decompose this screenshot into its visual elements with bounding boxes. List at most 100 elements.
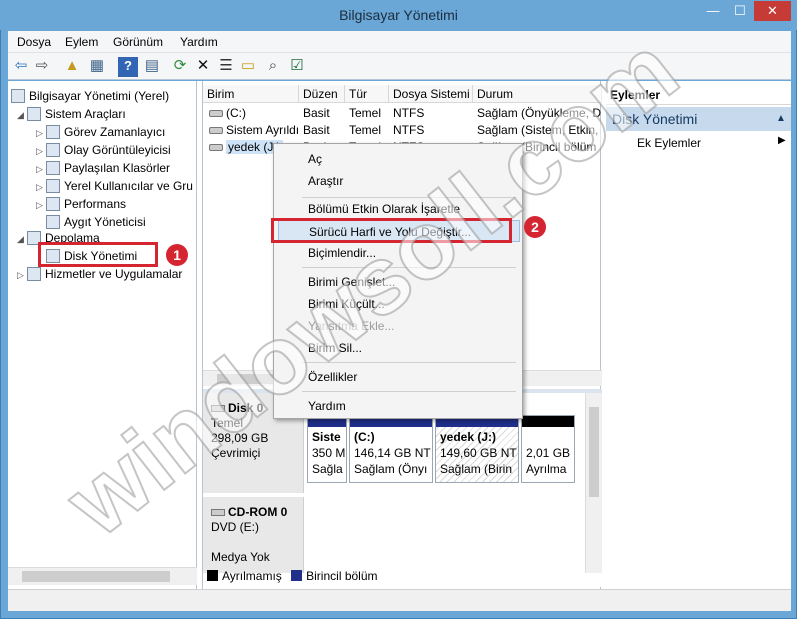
partition-type-bar (522, 416, 574, 427)
column-dosya-sistemi[interactable]: Dosya Sistemi (389, 85, 473, 103)
actions-section-label: Disk Yönetimi (612, 111, 698, 127)
users-icon (46, 179, 60, 193)
legend-swatch-unallocated (207, 570, 218, 581)
disk-name: CD-ROM 0 (228, 505, 288, 519)
partition-size: 149,60 GB NT (440, 446, 517, 460)
partition-unallocated[interactable]: 2,01 GB Ayrılma (521, 415, 575, 483)
menu-item-birim-sil[interactable]: Birim Sil... (278, 337, 520, 359)
help-icon[interactable]: ? (118, 57, 138, 77)
graph-vertical-scrollbar[interactable] (585, 393, 602, 573)
tree-item-yerel-kullanicilar[interactable]: ▷ Yerel Kullanıcılar ve Gru (36, 177, 193, 195)
partition-title (526, 429, 570, 445)
cell-durum: Sağlam (Önyükleme, D (477, 106, 602, 120)
step-marker-1: 1 (166, 244, 188, 266)
tree-item-sistem-araclari[interactable]: ◢ Sistem Araçları (17, 105, 126, 123)
scrollbar-thumb[interactable] (589, 407, 599, 497)
disk-size (211, 535, 295, 550)
column-tur[interactable]: Tür (345, 85, 389, 103)
delete-icon[interactable]: ✕ (193, 57, 213, 77)
search-icon[interactable]: ⌕ (263, 57, 283, 77)
close-button[interactable]: ✕ (754, 1, 791, 21)
open-icon[interactable]: ▭ (238, 57, 258, 77)
table-row[interactable]: Sistem Ayrıldı Basit Temel NTFS Sağlam (… (203, 122, 602, 139)
tree-item-label: Performans (64, 197, 127, 211)
drive-icon (209, 144, 223, 151)
collapse-arrow-icon[interactable]: ▲ (776, 107, 786, 131)
console-icon[interactable]: ▤ (142, 57, 162, 77)
tree-item-paylasilan-klasorler[interactable]: ▷ Paylaşılan Klasörler (36, 159, 193, 177)
column-birim[interactable]: Birim (203, 85, 299, 103)
highlight-box-disk-yonetimi (38, 242, 158, 267)
cell-tur: Temel (349, 106, 382, 120)
menu-eylem[interactable]: Eylem (65, 35, 98, 49)
expand-icon[interactable]: ▷ (36, 196, 46, 214)
forward-icon[interactable]: ⇨ (32, 57, 52, 77)
disk-graph-view: Disk 0 Temel 298,09 GB Çevrimiçi Siste 3… (203, 393, 602, 587)
highlight-box-surucu-harfi (271, 218, 512, 243)
properties-icon[interactable]: ☰ (216, 57, 236, 77)
maximize-button[interactable]: ☐ (727, 1, 753, 21)
menu-item-ozellikler[interactable]: Özellikler (278, 366, 520, 388)
tree-item-olay-goruntuleyicisi[interactable]: ▷ Olay Görüntüleyicisi (36, 141, 193, 159)
column-durum[interactable]: Durum (473, 85, 602, 103)
back-icon[interactable]: ⇦ (11, 57, 31, 77)
menu-dosya[interactable]: Dosya (17, 35, 51, 49)
menu-separator (302, 267, 516, 268)
tools-icon (27, 107, 41, 121)
disk-name: Disk 0 (228, 401, 264, 415)
partition-c[interactable]: (C:) 146,14 GB NT Sağlam (Önyı (349, 415, 433, 483)
menu-item-birimi-genislet[interactable]: Birimi Genişlet... (278, 271, 520, 293)
collapse-icon[interactable]: ◢ (17, 230, 27, 248)
actions-pane: Eylemler Disk Yönetimi ▲ Ek Eylemler ▶ (606, 81, 791, 589)
refresh-icon[interactable]: ⟳ (170, 57, 190, 77)
menu-item-ac[interactable]: Aç (278, 148, 520, 170)
tree-root[interactable]: Bilgisayar Yönetimi (Yerel) (11, 87, 169, 105)
show-hide-tree-icon[interactable]: ▦ (87, 57, 107, 77)
expand-icon[interactable]: ▷ (36, 124, 46, 142)
action-label: Ek Eylemler (637, 136, 702, 150)
tree-item-label: Aygıt Yöneticisi (64, 215, 146, 229)
partition-size: 2,01 GB (526, 446, 571, 460)
partition-title: Siste (312, 430, 341, 444)
menu-item-birimi-kucult[interactable]: Birimi Küçült... (278, 293, 520, 315)
table-row[interactable]: (C:) Basit Temel NTFS Sağlam (Önyükleme,… (203, 105, 602, 122)
tree-item-performans[interactable]: ▷ Performans (36, 195, 193, 213)
expand-icon[interactable]: ▷ (36, 178, 46, 196)
menu-item-bolumu-etkin[interactable]: Bölümü Etkin Olarak İşaretle (278, 198, 520, 220)
menu-gorunum[interactable]: Görünüm (113, 35, 163, 49)
expand-icon[interactable]: ▷ (36, 160, 46, 178)
cell-tur: Temel (349, 123, 382, 137)
scrollbar-thumb[interactable] (22, 571, 170, 582)
menu-separator (302, 391, 516, 392)
menu-item-yardim[interactable]: Yardım (278, 395, 520, 417)
actions-header: Eylemler (606, 85, 791, 105)
action-ek-eylemler[interactable]: Ek Eylemler (637, 135, 701, 151)
checklist-icon[interactable]: ☑ (287, 57, 307, 77)
minimize-button[interactable]: — (700, 1, 726, 21)
column-duzen[interactable]: Düzen (299, 85, 345, 103)
menu-item-arastir[interactable]: Araştır (278, 170, 520, 192)
tree-item-hizmetler[interactable]: ▷ Hizmetler ve Uygulamalar (17, 265, 182, 283)
collapse-icon[interactable]: ◢ (17, 106, 27, 124)
tree-root-label: Bilgisayar Yönetimi (Yerel) (29, 89, 170, 103)
expand-icon[interactable]: ▷ (17, 266, 27, 284)
up-icon[interactable]: ▲ (62, 57, 82, 77)
cell-duzen: Basit (303, 106, 330, 120)
drive-icon (209, 110, 223, 117)
expand-icon[interactable]: ▷ (36, 142, 46, 160)
cdrom-icon (211, 509, 225, 516)
menu-item-bicimlendir[interactable]: Biçimlendir... (278, 242, 520, 264)
cdrom-0-info[interactable]: CD-ROM 0 DVD (E:) Medya Yok (203, 497, 304, 573)
cell-durum: Sağlam (Sistem, Etkin, (477, 123, 599, 137)
partition-yedek[interactable]: yedek (J:) 149,60 GB NT Sağlam (Birin (435, 415, 519, 483)
menu-yardim[interactable]: Yardım (180, 35, 218, 49)
actions-section-disk-yonetimi[interactable]: Disk Yönetimi ▲ (606, 107, 791, 131)
tree-horizontal-scrollbar[interactable] (8, 567, 197, 585)
disk-state: Çevrimiçi (211, 446, 261, 460)
tree-item-label: Görev Zamanlayıcı (64, 125, 166, 139)
partition-system[interactable]: Siste 350 M Sağla (307, 415, 347, 483)
partition-size: 350 M (312, 446, 346, 460)
partition-status: Sağlam (Birin (440, 462, 513, 476)
cell-birim: Sistem Ayrıldı (226, 123, 300, 137)
tree-item-gorev-zamanlayici[interactable]: ▷ Görev Zamanlayıcı (36, 123, 193, 141)
